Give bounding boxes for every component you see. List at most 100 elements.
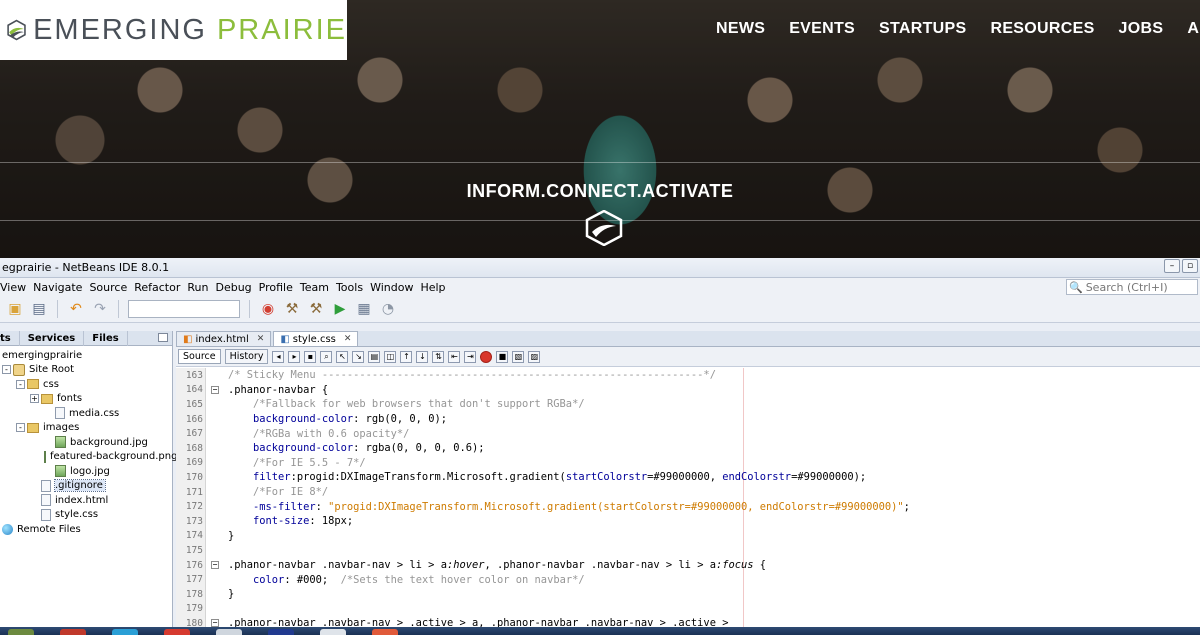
- find-previous-icon[interactable]: ↖: [336, 350, 349, 363]
- forward-icon[interactable]: ▸: [288, 350, 301, 363]
- tree-item[interactable]: - css: [0, 377, 172, 392]
- toggle-bookmark-icon[interactable]: ⇅: [432, 350, 445, 363]
- quick-search-input[interactable]: 🔍 Search (Ctrl+I): [1066, 279, 1198, 295]
- profile-project-icon[interactable]: ◔: [379, 300, 397, 318]
- code-line[interactable]: 168 background-color: rgba(0, 0, 0, 0.6)…: [176, 441, 1200, 456]
- code-line[interactable]: 166 background-color: rgb(0, 0, 0);: [176, 412, 1200, 427]
- save-all-icon[interactable]: ▤: [30, 300, 48, 318]
- tab-index-html[interactable]: ◧ index.html ✕: [176, 331, 272, 346]
- code-line[interactable]: 175: [176, 543, 1200, 558]
- collapse-icon[interactable]: -: [16, 379, 25, 389]
- next-bookmark-icon[interactable]: ↓: [416, 350, 429, 363]
- code-line[interactable]: 169 /*For IE 5.5 - 7*/: [176, 456, 1200, 471]
- run-project-icon[interactable]: ▶: [331, 300, 349, 318]
- tree-item[interactable]: background.jpg: [0, 435, 172, 450]
- comment-icon[interactable]: ▧: [512, 350, 525, 363]
- tab-files[interactable]: Files: [84, 330, 128, 346]
- prev-bookmark-icon[interactable]: ↑: [400, 350, 413, 363]
- nav-startups[interactable]: STARTUPS: [879, 20, 966, 38]
- menu-window[interactable]: Window: [370, 281, 413, 294]
- find-icon[interactable]: ⌕: [320, 350, 333, 363]
- source-view-button[interactable]: Source: [178, 349, 221, 364]
- configuration-select[interactable]: [128, 300, 240, 318]
- code-line[interactable]: 177 color: #000; /*Sets the text hover c…: [176, 572, 1200, 587]
- redo-icon[interactable]: ↷: [91, 300, 109, 318]
- code-line[interactable]: 179: [176, 602, 1200, 617]
- tree-item[interactable]: - Site Root: [0, 363, 172, 378]
- back-icon[interactable]: ◂: [272, 350, 285, 363]
- code-line[interactable]: 176− .phanor-navbar .navbar-nav > li > a:…: [176, 558, 1200, 573]
- start-macro-icon[interactable]: [480, 350, 493, 363]
- code-line[interactable]: 164− .phanor-navbar {: [176, 383, 1200, 398]
- code-area[interactable]: 163 /* Sticky Menu ----------------------…: [176, 368, 1200, 635]
- nav-events[interactable]: EVENTS: [789, 20, 855, 38]
- tree-item[interactable]: Remote Files: [0, 522, 172, 537]
- shift-right-icon[interactable]: ⇥: [464, 350, 477, 363]
- site-logo[interactable]: EMERGING PRAIRIE: [0, 0, 347, 60]
- new-project-icon[interactable]: ▣: [6, 300, 24, 318]
- nav-news[interactable]: NEWS: [716, 20, 765, 38]
- tree-item[interactable]: index.html: [0, 493, 172, 508]
- shift-left-icon[interactable]: ⇤: [448, 350, 461, 363]
- menu-view[interactable]: View: [0, 281, 26, 294]
- code-line[interactable]: 167 /*RGBa with 0.6 opacity*/: [176, 426, 1200, 441]
- find-next-icon[interactable]: ↘: [352, 350, 365, 363]
- code-line[interactable]: 172 -ms-filter: "progid:DXImageTransform…: [176, 499, 1200, 514]
- menu-source[interactable]: Source: [89, 281, 127, 294]
- debug-project-icon[interactable]: ▦: [355, 300, 373, 318]
- taskbar-app-icon[interactable]: [268, 629, 294, 635]
- nav-about[interactable]: ABOUT: [1187, 20, 1200, 38]
- code-line[interactable]: 173 font-size: 18px;: [176, 514, 1200, 529]
- code-line[interactable]: 163 /* Sticky Menu ----------------------…: [176, 368, 1200, 383]
- build-hammer-icon[interactable]: ⚒: [283, 300, 301, 318]
- undo-icon[interactable]: ↶: [67, 300, 85, 318]
- tree-item[interactable]: style.css: [0, 508, 172, 523]
- taskbar-app-icon[interactable]: [216, 629, 242, 635]
- menu-profile[interactable]: Profile: [259, 281, 293, 294]
- menu-help[interactable]: Help: [420, 281, 445, 294]
- tree-item[interactable]: .gitignore: [0, 479, 172, 494]
- code-line[interactable]: 170 filter:progid:DXImageTransform.Micro…: [176, 470, 1200, 485]
- taskbar-start-icon[interactable]: [8, 629, 34, 635]
- clean-build-icon[interactable]: ⚒: [307, 300, 325, 318]
- tab-services[interactable]: Services: [20, 330, 85, 346]
- minimize-button[interactable]: –: [1164, 259, 1180, 273]
- taskbar-app-icon[interactable]: [60, 629, 86, 635]
- collapse-icon[interactable]: -: [16, 423, 25, 433]
- close-tab-icon[interactable]: ✕: [257, 334, 265, 344]
- taskbar-app-icon[interactable]: [320, 629, 346, 635]
- expand-icon[interactable]: +: [30, 394, 39, 404]
- tree-item[interactable]: featured-background.png: [0, 450, 177, 465]
- tree-item[interactable]: media.css: [0, 406, 172, 421]
- code-line[interactable]: 174}: [176, 529, 1200, 544]
- tab-projects[interactable]: ts: [0, 330, 20, 346]
- menu-refactor[interactable]: Refactor: [134, 281, 180, 294]
- menu-debug[interactable]: Debug: [215, 281, 251, 294]
- taskbar-app-icon[interactable]: [372, 629, 398, 635]
- history-view-button[interactable]: History: [224, 349, 269, 364]
- menu-tools[interactable]: Tools: [336, 281, 363, 294]
- last-edit-icon[interactable]: ▪: [304, 350, 317, 363]
- code-line[interactable]: 171 /*For IE 8*/: [176, 485, 1200, 500]
- toggle-highlight-icon[interactable]: ▤: [368, 350, 381, 363]
- fold-toggle-icon[interactable]: −: [211, 561, 219, 570]
- tree-item[interactable]: + fonts: [0, 392, 172, 407]
- menu-run[interactable]: Run: [187, 281, 208, 294]
- menu-navigate[interactable]: Navigate: [33, 281, 82, 294]
- uncomment-icon[interactable]: ▨: [528, 350, 541, 363]
- code-line[interactable]: 165 /*Fallback for web browsers that don…: [176, 397, 1200, 412]
- close-tab-icon[interactable]: ✕: [344, 334, 352, 344]
- tree-item[interactable]: logo.jpg: [0, 464, 172, 479]
- code-line[interactable]: 178}: [176, 587, 1200, 602]
- fold-toggle-icon[interactable]: −: [211, 385, 219, 394]
- nav-resources[interactable]: RESOURCES: [990, 20, 1094, 38]
- minimize-panel-icon[interactable]: [158, 333, 168, 342]
- stop-macro-icon[interactable]: ■: [496, 350, 509, 363]
- restore-button[interactable]: ▫: [1182, 259, 1198, 273]
- tab-style-css[interactable]: ◧ style.css ✕: [273, 331, 359, 346]
- taskbar-app-icon[interactable]: [112, 629, 138, 635]
- collapse-icon[interactable]: -: [2, 365, 11, 375]
- tree-item[interactable]: - images: [0, 421, 172, 436]
- bookmark-icon[interactable]: ◫: [384, 350, 397, 363]
- menu-team[interactable]: Team: [300, 281, 329, 294]
